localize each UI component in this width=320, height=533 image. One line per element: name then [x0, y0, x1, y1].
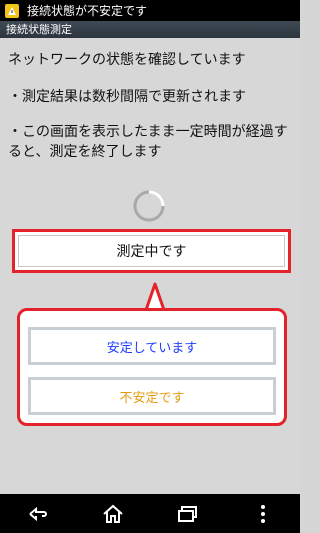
stable-state-button: 安定しています — [28, 327, 276, 365]
menu-icon[interactable] — [243, 494, 283, 533]
recent-apps-icon[interactable] — [168, 494, 208, 533]
unstable-state-label: 不安定です — [31, 380, 273, 412]
info-line-3: ・この画面を表示したまま一定時間が経過すると、測定を終了します — [8, 124, 288, 160]
warning-icon — [5, 3, 19, 18]
loading-spinner-icon — [133, 190, 165, 222]
info-line-2: ・測定結果は数秒間隔で更新されます — [8, 89, 246, 105]
legend-callout: 安定しています 不安定です — [17, 308, 287, 426]
measuring-button[interactable]: 測定中です — [12, 229, 291, 273]
callout-pointer — [144, 282, 166, 311]
status-text: 接続状態が不安定です — [27, 4, 148, 18]
info-line-1: ネットワークの状態を確認しています — [8, 52, 246, 68]
title-bar: 接続状態測定 — [0, 21, 300, 38]
back-icon[interactable] — [18, 494, 58, 533]
measuring-button-label: 測定中です — [18, 235, 285, 267]
home-icon[interactable] — [93, 494, 133, 533]
main-content: ネットワークの状態を確認しています ・測定結果は数秒間隔で更新されます ・この画… — [0, 38, 300, 494]
page-title: 接続状態測定 — [6, 23, 72, 36]
stable-state-label: 安定しています — [31, 330, 273, 362]
navigation-bar — [0, 494, 300, 533]
unstable-state-button: 不安定です — [28, 377, 276, 415]
status-bar: 接続状態が不安定です — [0, 0, 300, 21]
